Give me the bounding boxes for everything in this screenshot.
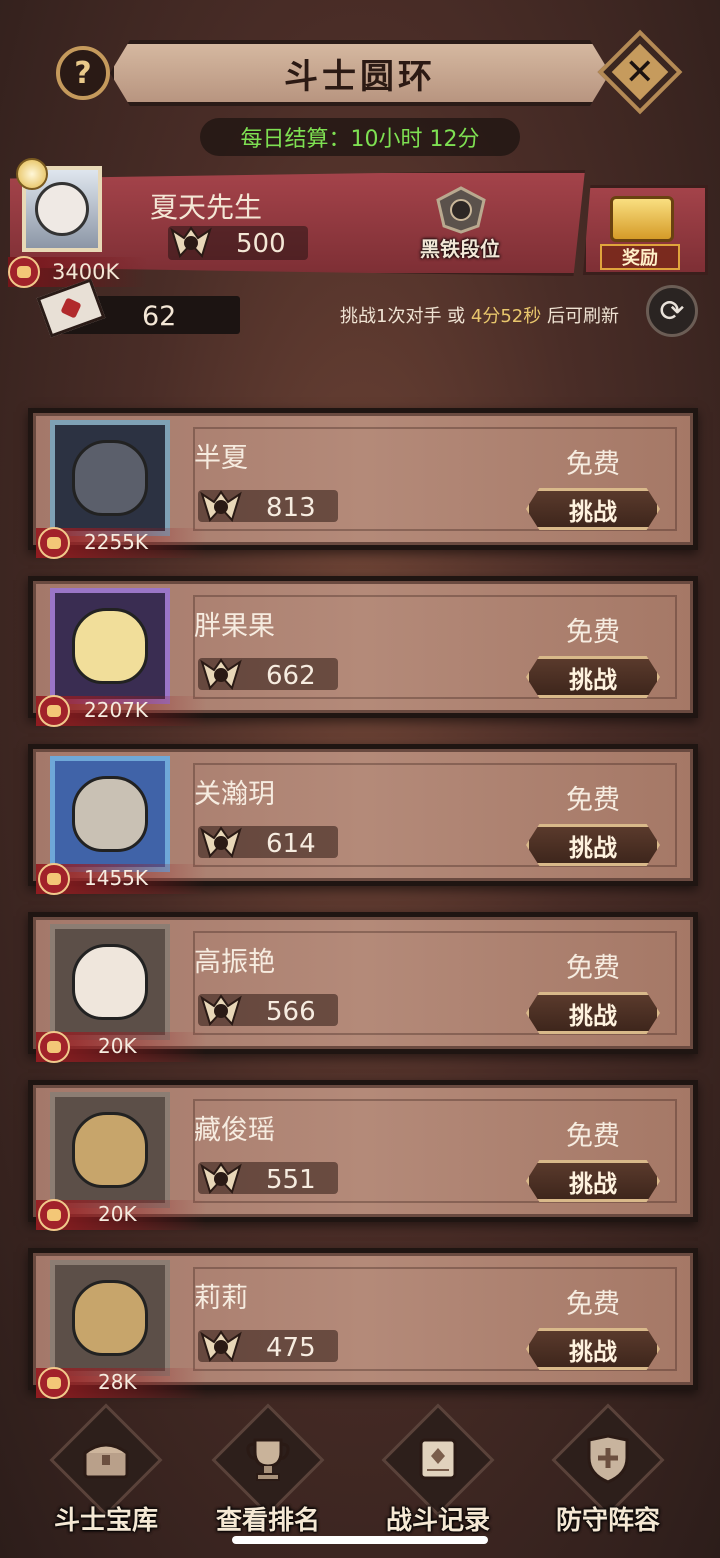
settlement-label: 每日结算： — [240, 127, 351, 152]
avatar-face — [72, 1112, 148, 1188]
treasure-chest-icon — [81, 1434, 131, 1484]
points-medal-icon — [198, 994, 244, 1028]
opponent-points: 551 — [266, 1165, 316, 1195]
challenge-button[interactable]: 挑战 — [526, 824, 660, 866]
fist-icon — [38, 695, 70, 727]
opponent-power: 2255K — [84, 530, 149, 554]
points-medal-icon — [168, 226, 214, 260]
rank-label: 黑铁段位 — [420, 237, 500, 261]
help-button[interactable]: ? — [56, 46, 110, 100]
avatar-face — [72, 776, 148, 852]
nav-label: 斗士宝库 — [53, 1506, 158, 1536]
challenge-button[interactable]: 挑战 — [526, 992, 660, 1034]
daily-settlement: 每日结算： 10小时 12分 — [200, 118, 520, 156]
opponent-points: 813 — [266, 493, 316, 523]
shield-icon — [583, 1434, 633, 1484]
points-medal-icon — [198, 1162, 244, 1196]
opponent-points: 662 — [266, 661, 316, 691]
opponent-power: 2207K — [84, 698, 149, 722]
avatar-face — [35, 182, 89, 236]
opponent-avatar[interactable] — [50, 924, 170, 1040]
reward-chest-icon — [610, 196, 674, 242]
cost-label: 免费 — [566, 1121, 620, 1152]
fist-icon — [38, 1031, 70, 1063]
opponent-name: 半夏 — [194, 443, 248, 474]
scroll-icon — [413, 1434, 463, 1484]
fist-icon — [38, 863, 70, 895]
nav-view-ranking[interactable]: 查看排名 — [198, 1403, 338, 1542]
opponent-name: 高振艳 — [194, 947, 275, 978]
nav-label: 战斗记录 — [385, 1506, 490, 1536]
avatar-face — [72, 1280, 148, 1356]
fist-icon — [8, 256, 40, 288]
opponent-avatar[interactable] — [50, 1092, 170, 1208]
cost-label: 免费 — [566, 785, 620, 816]
opponent-name: 莉莉 — [194, 1283, 248, 1314]
trophy-icon — [243, 1434, 293, 1484]
page-title: 斗士圆环 — [284, 56, 436, 97]
reward-label: 奖励 — [600, 244, 680, 270]
avatar-face — [72, 608, 148, 684]
nav-fighter-vault[interactable]: 斗士宝库 — [36, 1403, 176, 1542]
cost-label: 免费 — [566, 953, 620, 984]
cost-label: 免费 — [566, 617, 620, 648]
title-banner: 斗士圆环 — [110, 40, 610, 106]
nav-defense-lineup[interactable]: 防守阵容 — [538, 1403, 678, 1542]
points-medal-icon — [198, 490, 244, 524]
ticket-count: 62 — [142, 301, 177, 332]
fist-icon — [38, 1367, 70, 1399]
refresh-button[interactable]: ⟳ — [646, 285, 698, 337]
home-indicator[interactable] — [232, 1536, 488, 1544]
opponent-power: 20K — [98, 1034, 137, 1058]
opponent-name: 关瀚玥 — [194, 779, 275, 810]
challenge-button[interactable]: 挑战 — [526, 1328, 660, 1370]
avatar-face — [72, 440, 148, 516]
refresh-info: 挑战1次对手 或 4分52秒 后可刷新 — [340, 302, 619, 328]
points-medal-icon — [198, 826, 244, 860]
close-icon: ✕ — [624, 51, 656, 93]
refresh-suffix: 后可刷新 — [541, 306, 619, 327]
challenge-button[interactable]: 挑战 — [526, 488, 660, 530]
settlement-time: 10小时 12分 — [350, 127, 480, 152]
close-button[interactable]: ✕ — [597, 29, 683, 115]
player-name: 夏天先生 — [150, 191, 263, 224]
cost-label: 免费 — [566, 1289, 620, 1320]
opponent-name: 胖果果 — [194, 611, 275, 642]
fist-icon — [38, 527, 70, 559]
points-medal-icon — [198, 658, 244, 692]
refresh-time: 4分52秒 — [470, 306, 542, 327]
opponent-points: 614 — [266, 829, 316, 859]
refresh-icon: ⟳ — [659, 293, 685, 329]
nav-label: 查看排名 — [215, 1506, 320, 1536]
opponent-avatar[interactable] — [50, 420, 170, 536]
nav-label: 防守阵容 — [555, 1506, 660, 1536]
avatar-face — [72, 944, 148, 1020]
opponent-power: 20K — [98, 1202, 137, 1226]
opponent-avatar[interactable] — [50, 756, 170, 872]
avatar-frame-badge-icon — [16, 158, 48, 190]
opponent-name: 藏俊瑶 — [194, 1115, 275, 1146]
nav-battle-record[interactable]: 战斗记录 — [368, 1403, 508, 1542]
player-points: 500 — [236, 229, 286, 259]
opponent-avatar[interactable] — [50, 1260, 170, 1376]
fist-icon — [38, 1199, 70, 1231]
refresh-prefix: 挑战1次对手 或 — [340, 306, 471, 327]
challenge-button[interactable]: 挑战 — [526, 656, 660, 698]
opponent-power: 28K — [98, 1370, 137, 1394]
challenge-button[interactable]: 挑战 — [526, 1160, 660, 1202]
opponent-points: 475 — [266, 1333, 316, 1363]
rank-emblem-icon[interactable] — [434, 186, 488, 234]
cost-label: 免费 — [566, 449, 620, 480]
question-icon: ? — [74, 55, 92, 91]
points-medal-icon — [198, 1330, 244, 1364]
opponent-points: 566 — [266, 997, 316, 1027]
opponent-power: 1455K — [84, 866, 149, 890]
opponent-avatar[interactable] — [50, 588, 170, 704]
